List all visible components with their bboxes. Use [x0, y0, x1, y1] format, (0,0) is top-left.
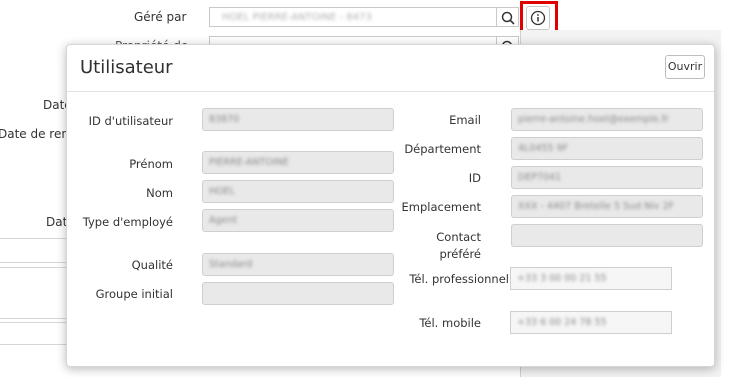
- divider: [0, 267, 66, 268]
- managed-by-field[interactable]: HOEL PIERRE-ANTOINE - 8473: [209, 7, 497, 27]
- location-label: Emplacement: [401, 200, 481, 214]
- location-value: XXX - 4407 Bretelle 5 Sud Niv 2F: [518, 201, 675, 212]
- first-name-field: PIERRE-ANTOINE: [202, 151, 394, 174]
- employee-type-value: Agent: [209, 215, 238, 226]
- last-name-value: HOEL: [209, 186, 235, 197]
- user-id-value: 83870: [209, 114, 240, 125]
- id-label: ID: [468, 171, 481, 185]
- open-button[interactable]: Ouvrir: [665, 55, 705, 79]
- email-value: pierre-antoine.hoel@exemple.fr: [518, 114, 669, 125]
- id-value: DEP7041: [518, 172, 562, 183]
- quality-field: Standard: [202, 253, 394, 276]
- search-icon: [501, 11, 515, 25]
- managed-by-search-button[interactable]: [497, 7, 519, 27]
- divider: [0, 344, 66, 345]
- popup-divider: [67, 91, 714, 92]
- last-name-label: Nom: [146, 186, 173, 200]
- first-name-label: Prénom: [129, 157, 173, 171]
- mobile-phone-label: Tél. mobile: [419, 316, 481, 330]
- department-label: Département: [404, 142, 481, 156]
- employee-type-field: Agent: [202, 209, 394, 232]
- quality-value: Standard: [209, 259, 253, 270]
- popup-title: Utilisateur: [80, 57, 173, 78]
- mobile-phone-value: +33 6 00 24 78 55: [517, 317, 607, 328]
- work-phone-label: Tél. professionnel: [409, 272, 509, 286]
- managed-by-label: Géré par: [134, 10, 187, 24]
- preferred-contact-label: Contact préféré: [436, 230, 481, 261]
- initial-group-field: [202, 282, 394, 305]
- email-field: pierre-antoine.hoel@exemple.fr: [511, 108, 703, 131]
- quality-label: Qualité: [131, 258, 173, 272]
- location-field: XXX - 4407 Bretelle 5 Sud Niv 2F: [511, 195, 703, 218]
- managed-by-value: HOEL PIERRE-ANTOINE - 8473: [222, 12, 372, 23]
- divider: [0, 238, 66, 239]
- employee-type-label: Type d'employé: [82, 215, 173, 229]
- department-value: 4L0455 9F: [518, 143, 569, 154]
- work-phone-field: +33 3 00 00 21 55: [510, 267, 672, 290]
- department-field: 4L0455 9F: [511, 137, 703, 160]
- preferred-contact-field: [511, 224, 703, 247]
- user-id-label: ID d'utilisateur: [88, 114, 173, 128]
- last-name-field: HOEL: [202, 180, 394, 203]
- mobile-phone-field: +33 6 00 24 78 55: [510, 311, 672, 334]
- user-popup: Utilisateur Ouvrir ID d'utilisateur 8387…: [66, 44, 715, 367]
- id-field: DEP7041: [511, 166, 703, 189]
- work-phone-value: +33 3 00 00 21 55: [517, 273, 607, 284]
- divider: [0, 322, 66, 323]
- divider: [0, 318, 66, 319]
- user-id-field: 83870: [202, 108, 394, 131]
- divider: [0, 262, 66, 263]
- initial-group-label: Groupe initial: [95, 287, 173, 301]
- email-label: Email: [449, 113, 481, 127]
- first-name-value: PIERRE-ANTOINE: [209, 157, 289, 168]
